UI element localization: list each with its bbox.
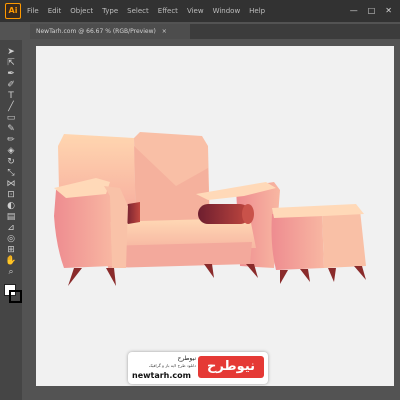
sofa-left-arm-front: [54, 184, 112, 268]
document-tab-bar: NewTarh.com @ 66.67 % (RGB/Preview) ×: [30, 24, 400, 39]
app-logo: Ai: [5, 3, 21, 19]
ottoman-leg: [354, 266, 366, 280]
watermark-badge: نیوطرح دانلود طرح لایه باز و گرافیک newt…: [128, 352, 268, 384]
sofa-leg: [106, 268, 116, 286]
minimize-icon[interactable]: —: [350, 6, 358, 16]
stroke-color-swatch[interactable]: [9, 290, 22, 303]
maximize-icon[interactable]: □: [368, 6, 376, 16]
ottoman-leg: [328, 268, 336, 282]
tools-panel: ➤ ⇱ ✒ ✐ T ╱ ▭ ✎ ✏ ◈ ↻ ⤡ ⋈ ⊡ ◐ ▤ ⊿ ◎ ⊞ ✋ ⌕: [0, 40, 23, 400]
sofa-seat-front: [106, 242, 252, 268]
ottoman-front: [271, 212, 324, 270]
sofa-pillow-right-end: [242, 204, 254, 224]
menu-object[interactable]: Object: [70, 7, 93, 15]
menu-view[interactable]: View: [187, 7, 204, 15]
watermark-name: نیوطرح: [177, 355, 196, 362]
canvas-area[interactable]: [22, 40, 400, 400]
menu-edit[interactable]: Edit: [48, 7, 62, 15]
menu-bar: Ai File Edit Object Type Select Effect V…: [0, 0, 400, 22]
tab-close-icon[interactable]: ×: [162, 28, 167, 35]
menu-select[interactable]: Select: [127, 7, 149, 15]
watermark-domain: newtarh.com: [132, 371, 191, 380]
zoom-tool-icon[interactable]: ⌕: [5, 266, 17, 278]
document-tab-title: NewTarh.com @ 66.67 % (RGB/Preview): [36, 28, 156, 35]
menu-help[interactable]: Help: [249, 7, 265, 15]
sofa-leg: [204, 264, 214, 278]
window-controls: — □ ✕: [350, 6, 400, 16]
close-icon[interactable]: ✕: [385, 6, 392, 16]
menu-window[interactable]: Window: [213, 7, 241, 15]
artboard[interactable]: [36, 46, 394, 386]
menu-type[interactable]: Type: [102, 7, 118, 15]
sofa-illustration[interactable]: [36, 46, 394, 386]
watermark-logo: نیوطرح: [198, 356, 264, 378]
document-tab[interactable]: NewTarh.com @ 66.67 % (RGB/Preview) ×: [30, 24, 190, 39]
watermark-tagline: دانلود طرح لایه باز و گرافیک: [148, 363, 196, 368]
menu-file[interactable]: File: [27, 7, 39, 15]
sofa-leg: [68, 268, 82, 286]
ottoman-side: [322, 210, 366, 268]
ottoman-leg: [300, 269, 310, 282]
ottoman-leg: [280, 270, 288, 284]
menu-effect[interactable]: Effect: [158, 7, 178, 15]
